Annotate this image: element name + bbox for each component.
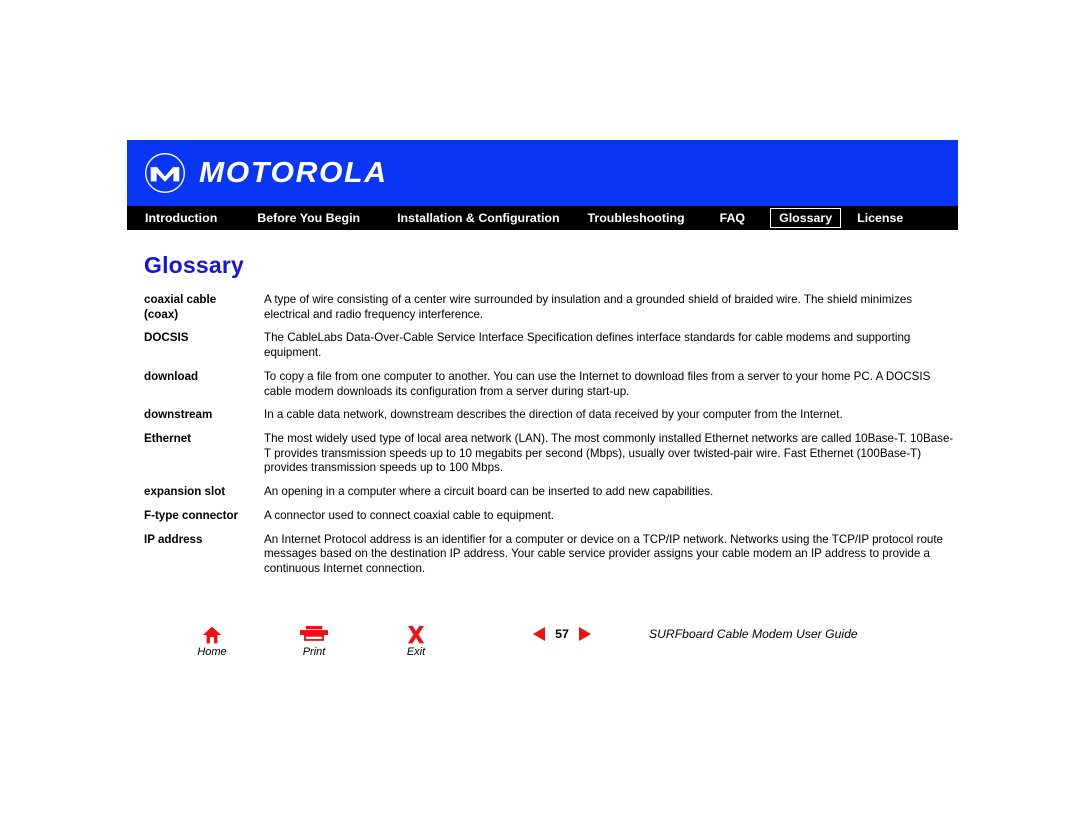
- glossary-definition: An Internet Protocol address is an ident…: [264, 532, 944, 576]
- home-button[interactable]: Home: [189, 624, 235, 658]
- glossary-entry: F-type connector A connector used to con…: [144, 509, 958, 533]
- glossary-term: expansion slot: [144, 485, 226, 499]
- home-button-label: Home: [197, 646, 227, 658]
- exit-button[interactable]: Exit: [393, 624, 439, 658]
- motorola-batwing-icon: [145, 153, 185, 193]
- page-title: Glossary: [144, 252, 245, 278]
- nav-tab-faq[interactable]: FAQ: [719, 208, 746, 228]
- print-button-label: Print: [302, 646, 326, 658]
- glossary-entry: downstream In a cable data network, down…: [144, 408, 958, 432]
- glossary-term: download: [144, 369, 199, 383]
- glossary-term: downstream: [144, 408, 213, 422]
- page-footer: Home Print Exit 57 SURFboard Cable Modem…: [127, 624, 958, 674]
- glossary-entry: IP address An Internet Protocol address …: [144, 533, 958, 586]
- page-navigation: 57: [533, 627, 591, 641]
- glossary-definition: A connector used to connect coaxial cabl…: [264, 508, 555, 522]
- glossary-term: Ethernet: [144, 432, 192, 446]
- glossary-definition: A type of wire consisting of a center wi…: [264, 293, 913, 321]
- print-button[interactable]: Print: [291, 624, 337, 658]
- page-number: 57: [555, 626, 569, 641]
- guide-title: SURFboard Cable Modem User Guide: [649, 627, 858, 641]
- nav-tab-glossary[interactable]: Glossary: [770, 207, 842, 229]
- exit-button-label: Exit: [406, 646, 426, 658]
- triangle-right-icon[interactable]: [579, 627, 591, 641]
- nav-tab-license[interactable]: License: [856, 208, 904, 228]
- printer-icon: [291, 624, 337, 646]
- motorola-logo: MOTOROLA: [144, 152, 386, 194]
- glossary-entry: coaxial cable (coax) A type of wire cons…: [144, 293, 958, 331]
- glossary-entry: expansion slot An opening in a computer …: [144, 485, 958, 509]
- glossary-term: coaxial cable (coax): [144, 293, 217, 321]
- nav-tab-troubleshooting[interactable]: Troubleshooting: [587, 208, 686, 228]
- glossary-entry: DOCSIS The CableLabs Data-Over-Cable Ser…: [144, 331, 958, 369]
- glossary-list: coaxial cable (coax) A type of wire cons…: [144, 293, 958, 586]
- glossary-definition: An opening in a computer where a circuit…: [264, 485, 714, 499]
- glossary-term: DOCSIS: [144, 331, 189, 345]
- glossary-entry: Ethernet The most widely used type of lo…: [144, 432, 958, 485]
- glossary-definition: To copy a file from one computer to anot…: [264, 369, 931, 398]
- document-page: MOTOROLA Introduction Before You Begin I…: [127, 140, 958, 658]
- glossary-entry: download To copy a file from one compute…: [144, 370, 958, 408]
- nav-tab-introduction[interactable]: Introduction: [144, 208, 218, 228]
- nav-tab-before-you-begin[interactable]: Before You Begin: [256, 208, 361, 228]
- page-content: Glossary coaxial cable (coax) A type of …: [127, 252, 958, 658]
- main-navigation: Introduction Before You Begin Installati…: [127, 206, 958, 230]
- brand-header: MOTOROLA: [127, 140, 958, 206]
- brand-wordmark: MOTOROLA: [199, 156, 388, 189]
- triangle-left-icon[interactable]: [533, 627, 545, 641]
- glossary-definition: The most widely used type of local area …: [264, 432, 954, 475]
- footer-button-group: Home Print Exit: [189, 624, 439, 658]
- nav-tab-installation-configuration[interactable]: Installation & Configuration: [396, 208, 560, 228]
- home-icon: [189, 624, 235, 646]
- glossary-definition: The CableLabs Data-Over-Cable Service In…: [264, 331, 911, 360]
- glossary-term: F-type connector: [144, 508, 239, 522]
- glossary-definition: In a cable data network, downstream desc…: [264, 408, 843, 422]
- glossary-term: IP address: [144, 532, 203, 546]
- close-x-icon: [393, 624, 439, 646]
